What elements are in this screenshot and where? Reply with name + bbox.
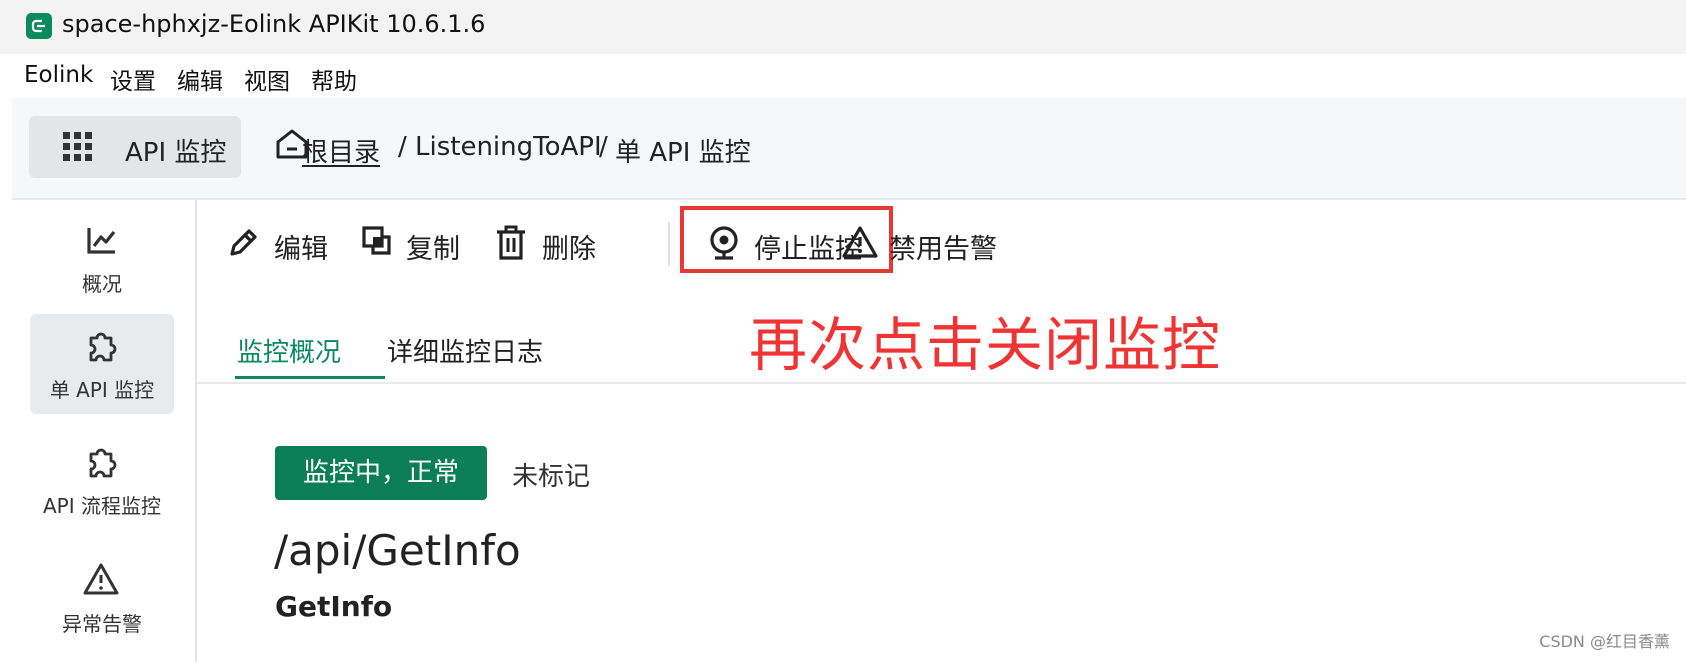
warning-icon bbox=[842, 226, 878, 258]
warning-icon bbox=[83, 563, 119, 595]
toolbar-divider bbox=[668, 222, 670, 266]
sidebar-item-label: 单 API 监控 bbox=[49, 378, 155, 402]
menu-edit[interactable]: 编辑 bbox=[177, 62, 223, 96]
api-path: /api/GetInfo bbox=[274, 526, 521, 575]
breadcrumb-root[interactable]: 根目录 bbox=[302, 132, 380, 169]
delete-label: 删除 bbox=[542, 234, 596, 265]
sidebar-item-alerts[interactable]: 异常告警 bbox=[30, 548, 174, 648]
title-bar: space-hphxjz-Eolink APIKit 10.6.1.6 bbox=[0, 0, 1686, 54]
app-logo-icon bbox=[26, 13, 52, 39]
monitor-camera-icon bbox=[710, 226, 738, 260]
menu-eolink[interactable]: Eolink bbox=[24, 62, 93, 88]
window-title: space-hphxjz-Eolink APIKit 10.6.1.6 bbox=[62, 10, 486, 38]
disable-alert-label: 禁用告警 bbox=[889, 234, 997, 265]
status-badge: 监控中，正常 bbox=[275, 446, 487, 500]
tab-detailed-log[interactable]: 详细监控日志 bbox=[387, 332, 543, 369]
sidebar-item-single-api-monitor[interactable]: 单 API 监控 bbox=[30, 314, 174, 414]
sidebar: 概况 单 API 监控 API 流程监控 异常告警 bbox=[12, 200, 197, 662]
chart-line-icon bbox=[87, 228, 116, 254]
menu-view[interactable]: 视图 bbox=[244, 62, 290, 96]
menu-bar: Eolink 设置 编辑 视图 帮助 bbox=[12, 54, 1686, 98]
grid-icon bbox=[63, 132, 92, 161]
api-name: GetInfo bbox=[275, 590, 393, 623]
breadcrumb-separator: / bbox=[599, 132, 608, 162]
module-label: API 监控 bbox=[125, 138, 227, 168]
sidebar-item-api-flow-monitor[interactable]: API 流程监控 bbox=[30, 430, 174, 530]
edit-label: 编辑 bbox=[274, 234, 328, 265]
trash-icon bbox=[497, 225, 525, 260]
module-switcher-button[interactable]: API 监控 bbox=[29, 116, 241, 178]
tab-divider bbox=[197, 382, 1686, 384]
watermark: CSDN @红目香薰 bbox=[1539, 632, 1670, 651]
copy-icon bbox=[362, 226, 391, 255]
menu-settings[interactable]: 设置 bbox=[110, 62, 156, 96]
tag-label[interactable]: 未标记 bbox=[512, 456, 590, 493]
annotation-text: 再次点击关闭监控 bbox=[749, 311, 1222, 379]
menu-help[interactable]: 帮助 bbox=[311, 62, 357, 96]
breadcrumb-folder[interactable]: ListeningToAPI bbox=[415, 132, 602, 162]
puzzle-icon bbox=[89, 332, 117, 362]
sidebar-item-overview[interactable]: 概况 bbox=[30, 208, 174, 308]
sidebar-item-label: 概况 bbox=[82, 272, 122, 296]
sidebar-item-label: API 流程监控 bbox=[43, 494, 161, 518]
active-tab-indicator bbox=[235, 376, 385, 379]
breadcrumb-current: 单 API 监控 bbox=[615, 138, 751, 168]
header: API 监控 根目录 / ListeningToAPI / 单 API 监控 bbox=[12, 98, 1686, 200]
main-content: 编辑 复制 删除 停止监控 禁用告警 再次点击关闭监控 监控概况 详细监控日志 … bbox=[197, 200, 1686, 662]
puzzle-icon bbox=[89, 448, 117, 478]
sidebar-item-label: 异常告警 bbox=[62, 612, 142, 636]
tab-monitor-overview[interactable]: 监控概况 bbox=[237, 332, 341, 369]
breadcrumb-separator: / bbox=[398, 132, 407, 162]
pencil-icon bbox=[230, 229, 257, 256]
copy-label: 复制 bbox=[406, 234, 460, 265]
